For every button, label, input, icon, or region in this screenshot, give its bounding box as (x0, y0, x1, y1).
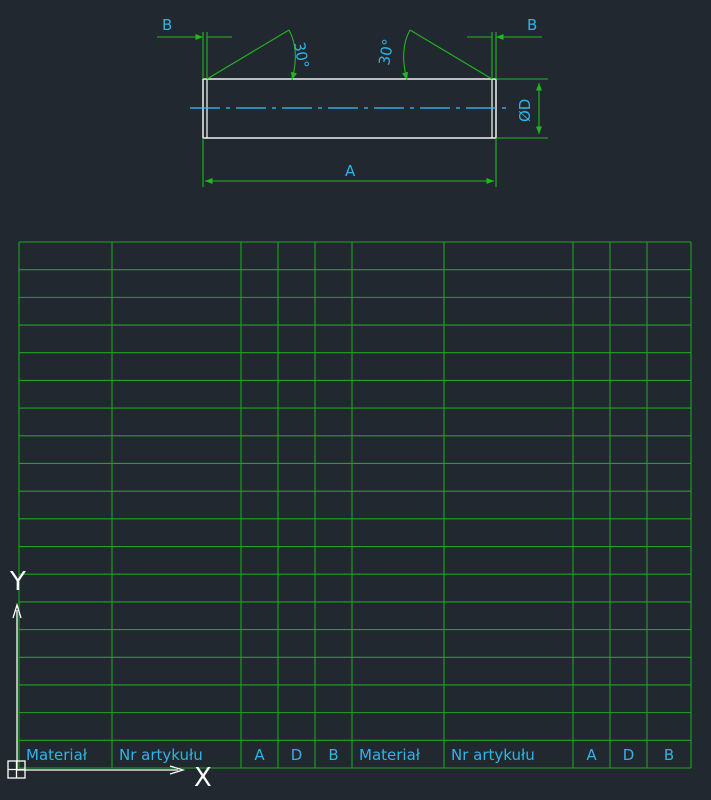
table-header-cell: D (623, 746, 635, 764)
table-header-cell: A (586, 746, 597, 764)
table-header-row: Materiał Nr artykułu A D B Materiał Nr artykuł… (26, 746, 674, 764)
cad-canvas[interactable]: B B 30° 30° ØD A Materiał Nr artykułu A D B M… (0, 0, 711, 800)
parts-table (18, 241, 692, 769)
table-header-cell: B (664, 746, 674, 764)
table-header-cell: A (254, 746, 265, 764)
table-header-cell: Nr artykułu (119, 746, 203, 764)
pin-drawing (190, 78, 510, 139)
table-header-cell: Nr artykułu (451, 746, 535, 764)
table-header-cell: D (291, 746, 303, 764)
ucs-y-label: Y (9, 567, 26, 597)
dim-b-left-label: B (162, 16, 172, 34)
dim-angle-right-label: 30° (375, 37, 397, 66)
dim-angle-left-label: 30° (290, 41, 312, 70)
table-header-cell: Materiał (26, 746, 88, 764)
dim-b-right-label: B (527, 16, 537, 34)
dim-length-label: A (345, 162, 356, 180)
dim-angle-right (402, 29, 411, 81)
table-header-cell: B (328, 746, 338, 764)
ucs-x-label: X (194, 763, 212, 793)
dim-diameter-label: ØD (516, 99, 534, 122)
table-header-cell: Materiał (359, 746, 421, 764)
